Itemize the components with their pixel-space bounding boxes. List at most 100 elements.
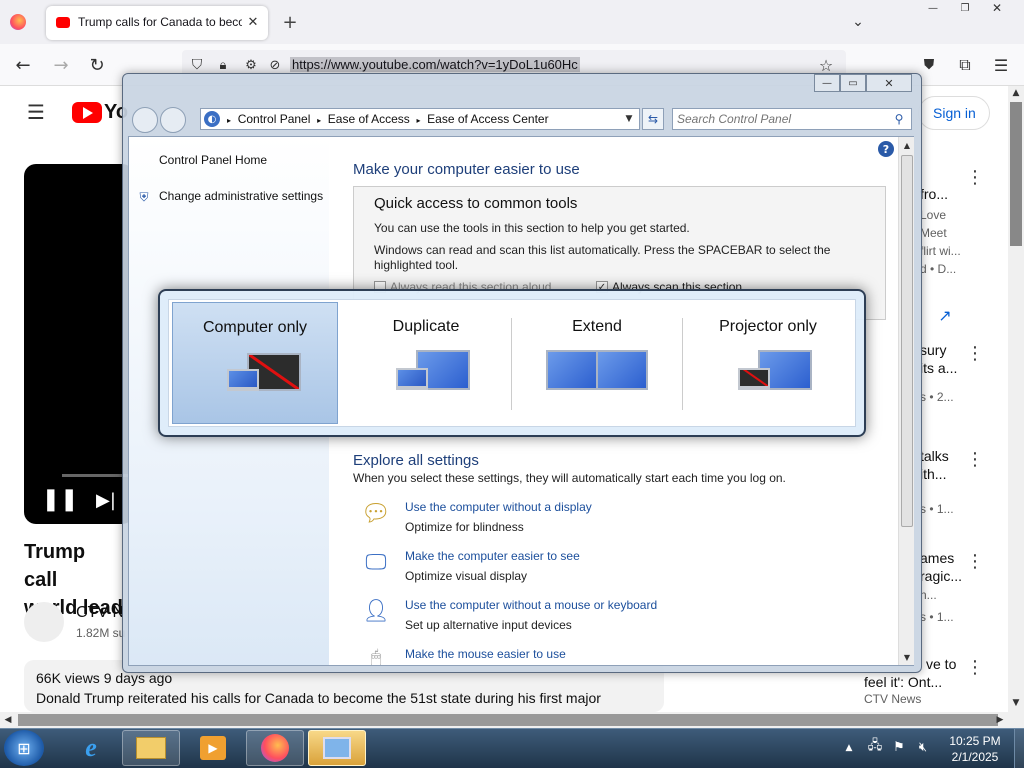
sidebar-recommendation[interactable]: fro... Love Meet flirt wi... d • D... <box>920 186 1000 278</box>
setting-link[interactable]: Use the computer without a mouse or keyb… <box>405 598 657 612</box>
autoplay-blocked-icon[interactable]: ⊘ <box>266 56 284 74</box>
setting-link[interactable]: Make the mouse easier to use <box>405 647 566 661</box>
control-panel-home-link[interactable]: Control Panel Home <box>159 153 267 167</box>
bookmark-star-icon[interactable]: ☆ <box>816 55 836 75</box>
setting-item[interactable]: 🖵 Make the computer easier to see Optimi… <box>360 546 860 586</box>
sidebar-recommendation[interactable]: ames ragic... n... s • 1... <box>920 550 1000 624</box>
close-tab-icon[interactable]: ✕ <box>244 13 262 31</box>
divider <box>682 318 683 410</box>
youtube-logo[interactable] <box>72 102 102 123</box>
sign-in-button[interactable]: Sign in <box>918 96 990 130</box>
app-menu-icon[interactable]: ☰ <box>990 54 1012 76</box>
video-description: Donald Trump reiterated his calls for Ca… <box>36 690 601 706</box>
page-vertical-scrollbar[interactable]: ▲ ▼ <box>1008 86 1024 712</box>
list-all-tabs-icon[interactable]: ⌄ <box>848 12 868 32</box>
cp-address-bar[interactable]: ◐ ▸ Control Panel ▸ Ease of Access ▸ Eas… <box>200 108 640 130</box>
option-computer-only[interactable]: Computer only <box>172 302 338 424</box>
close-window-icon[interactable]: ✕ <box>982 0 1012 16</box>
new-tab-icon[interactable]: + <box>280 12 300 33</box>
search-icon[interactable]: ⚲ <box>891 111 907 127</box>
extensions-icon[interactable]: ⧉ <box>954 54 976 76</box>
breadcrumb-item[interactable]: Ease of Access <box>328 112 410 126</box>
scroll-right-arrow-icon[interactable]: ▶ <box>992 712 1008 728</box>
cp-refresh-icon[interactable]: ⇆ <box>642 108 664 130</box>
pocket-icon[interactable]: ⛊ <box>918 54 940 76</box>
setting-link[interactable]: Make the computer easier to see <box>405 549 580 563</box>
explorer-taskbar-icon[interactable] <box>122 730 180 766</box>
channel-avatar[interactable] <box>24 602 64 642</box>
clock[interactable]: 10:25 PM 2/1/2025 <box>940 733 1010 765</box>
divider <box>511 318 512 410</box>
browser-tab[interactable]: Trump calls for Canada to beco ✕ <box>46 6 268 40</box>
external-link-icon[interactable]: ↗ <box>934 304 956 326</box>
show-hidden-icons-icon[interactable]: ▲ <box>842 740 856 756</box>
cp-maximize-icon[interactable]: ▭ <box>840 74 866 92</box>
hamburger-menu-icon[interactable]: ☰ <box>24 100 48 124</box>
breadcrumb: ▸ Control Panel ▸ Ease of Access ▸ Ease … <box>227 112 549 126</box>
recommendation-title: sury <box>920 342 947 358</box>
volume-muted-icon[interactable]: 🔇︎ <box>914 738 932 756</box>
channel-name[interactable]: CTV N <box>76 604 124 622</box>
help-icon[interactable]: ? <box>878 141 894 157</box>
network-icon[interactable]: 🖧 <box>866 738 884 756</box>
laptop-icon <box>227 369 259 391</box>
cp-minimize-icon[interactable]: — <box>814 74 840 92</box>
admin-shield-icon: ⛨ <box>139 189 149 204</box>
setting-item[interactable]: 💬︎ Use the computer without a display Op… <box>360 497 860 537</box>
option-projector-only[interactable]: Projector only <box>684 302 852 424</box>
back-arrow-icon[interactable]: ← <box>12 54 34 76</box>
setting-link[interactable]: Use the computer without a display <box>405 500 592 514</box>
control-panel-taskbar-icon[interactable] <box>308 730 366 766</box>
setting-item[interactable]: 🖱︎ Make the mouse easier to use <box>360 644 860 666</box>
reload-icon[interactable]: ↻ <box>86 54 108 76</box>
cp-forward-icon[interactable] <box>160 107 186 133</box>
person-icon: 👤︎ <box>362 598 390 624</box>
cp-close-icon[interactable]: ✕ <box>866 74 912 92</box>
more-options-icon[interactable]: ⋮ <box>966 448 984 470</box>
option-duplicate[interactable]: Duplicate <box>342 302 510 424</box>
mouse-icon: 🖱︎ <box>370 646 382 666</box>
scroll-down-arrow-icon[interactable]: ▼ <box>1008 696 1024 710</box>
show-desktop-button[interactable] <box>1014 729 1024 768</box>
cp-search-input[interactable] <box>677 111 887 127</box>
ie-taskbar-icon[interactable]: e <box>62 730 120 766</box>
firefox-icon[interactable] <box>10 14 26 30</box>
scrollbar-thumb[interactable] <box>1010 102 1022 246</box>
more-options-icon[interactable]: ⋮ <box>966 656 984 678</box>
cp-vertical-scrollbar[interactable]: ▲ ▼ <box>898 137 914 665</box>
shield-icon[interactable]: ⛉ <box>188 56 206 74</box>
more-options-icon[interactable]: ⋮ <box>966 550 984 572</box>
media-player-taskbar-icon[interactable]: ▶ <box>184 730 242 766</box>
scroll-up-arrow-icon[interactable]: ▲ <box>1008 86 1024 100</box>
cp-search-box[interactable]: ⚲ <box>672 108 912 130</box>
more-options-icon[interactable]: ⋮ <box>966 166 984 188</box>
more-options-icon[interactable]: ⋮ <box>966 342 984 364</box>
scroll-left-arrow-icon[interactable]: ◀ <box>0 712 16 728</box>
forward-arrow-icon[interactable]: → <box>50 54 72 76</box>
sidebar-recommendation[interactable]: talks ith... s • 1... <box>920 448 1000 516</box>
start-button-icon[interactable]: ⊞ <box>4 730 44 766</box>
lock-icon[interactable]: 🔒︎ <box>214 56 232 74</box>
page-horizontal-scrollbar[interactable]: ◀ ▶ <box>0 712 1024 728</box>
next-icon[interactable]: ▶| <box>94 488 118 512</box>
minimize-icon[interactable]: — <box>918 0 948 16</box>
restore-icon[interactable]: ❐ <box>950 0 980 16</box>
breadcrumb-item[interactable]: Ease of Access Center <box>427 112 548 126</box>
cp-back-icon[interactable] <box>132 107 158 133</box>
setting-item[interactable]: 👤︎ Use the computer without a mouse or k… <box>360 595 860 635</box>
address-dropdown-icon[interactable]: ▼ <box>621 111 637 127</box>
url-text[interactable]: https://www.youtube.com/watch?v=1yDoL1u6… <box>290 57 580 72</box>
video-player[interactable]: ❚❚ ▶| <box>24 164 134 524</box>
cp-scroll-down-icon[interactable]: ▼ <box>899 651 915 663</box>
option-extend[interactable]: Extend <box>513 302 681 424</box>
cp-scroll-up-icon[interactable]: ▲ <box>899 139 915 151</box>
scrollbar-thumb[interactable] <box>18 714 998 726</box>
action-center-flag-icon[interactable]: ⚑ <box>890 738 908 756</box>
permissions-icon[interactable]: ⚙ <box>242 56 260 74</box>
pause-icon[interactable]: ❚❚ <box>42 486 79 512</box>
sidebar-recommendation[interactable]: sury its a... s • 2... <box>920 342 1000 404</box>
cp-scrollbar-thumb[interactable] <box>901 155 913 527</box>
firefox-taskbar-icon[interactable] <box>246 730 304 766</box>
breadcrumb-item[interactable]: Control Panel <box>238 112 311 126</box>
change-admin-settings-link[interactable]: Change administrative settings <box>159 189 323 203</box>
